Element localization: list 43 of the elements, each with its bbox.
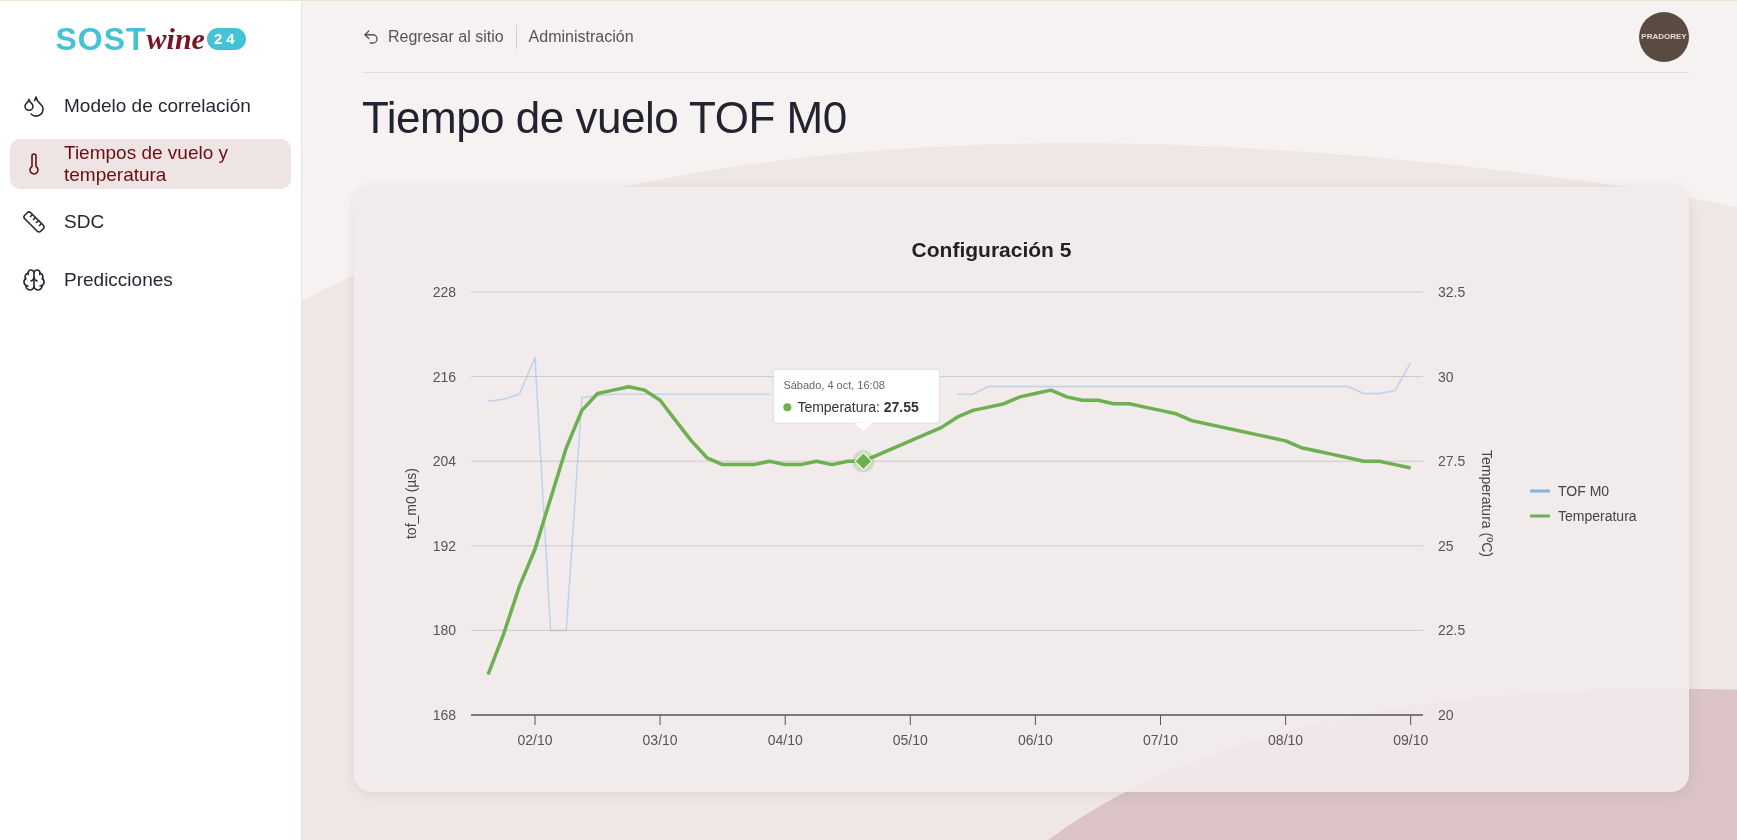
sidebar-item[interactable]: Modelo de correlación <box>10 81 291 131</box>
x-axis-tick-label: 07/10 <box>1143 732 1178 748</box>
brain-icon <box>22 268 46 292</box>
y-axis-tick-label: 216 <box>432 368 456 385</box>
sidebar-item[interactable]: Predicciones <box>10 255 291 305</box>
legend-item[interactable]: Temperatura <box>1530 508 1637 524</box>
y-axis-label: tof_m0 (µs) <box>403 467 419 540</box>
legend-label: TOF M0 <box>1558 483 1610 499</box>
sidebar-item[interactable]: SDC <box>10 197 291 247</box>
y-axis-tick-label: 228 <box>432 284 456 300</box>
x-axis-tick-label: 08/10 <box>1268 732 1304 748</box>
ruler-icon <box>22 210 46 234</box>
logo-text: wine <box>146 24 205 54</box>
x-axis-tick-label: 05/10 <box>892 732 928 748</box>
y-axis-tick-label: 25 <box>1438 537 1454 554</box>
y-axis-tick-label: 20 <box>1438 707 1454 723</box>
breadcrumb-link[interactable]: Administración <box>516 24 634 49</box>
chart-title: Configuración 5 <box>911 238 1072 261</box>
y-axis-tick-label: 27.5 <box>1438 453 1466 470</box>
x-axis-tick-label: 04/10 <box>767 732 803 748</box>
y-axis-tick-label: 204 <box>432 453 456 470</box>
logo-badge: 24 <box>206 28 246 50</box>
back-arrow-icon <box>362 27 380 46</box>
chart-tooltip: Sábado, 4 oct, 16:08 Temperatura: 27.55 <box>772 368 940 432</box>
y-axis-tick-label: 32.5 <box>1438 284 1466 300</box>
y-axis-tick-label: 22.5 <box>1438 622 1466 639</box>
page-title: Tiempo de vuelo TOF M0 <box>362 92 848 144</box>
x-axis-tick-label: 02/10 <box>517 732 553 748</box>
x-axis-tick-label: 09/10 <box>1393 732 1429 748</box>
legend-item[interactable]: TOF M0 <box>1530 483 1610 499</box>
y-axis-tick-label: 192 <box>432 537 456 554</box>
x-axis-tick-label: 03/10 <box>642 732 678 748</box>
y-axis-tick-label: 180 <box>432 622 456 639</box>
y-axis-tick-label: 168 <box>432 707 456 723</box>
logo-text: SOST <box>55 23 147 55</box>
x-axis-tick-label: 06/10 <box>1017 732 1053 748</box>
sidebar-item[interactable]: Tiempos de vuelo y temperatura <box>10 139 291 189</box>
y-axis-label: Temperatura (ºC) <box>1479 450 1495 557</box>
drops-icon <box>22 94 46 118</box>
y-axis-tick-label: 30 <box>1438 368 1454 385</box>
legend-label: Temperatura <box>1558 508 1637 524</box>
back-link[interactable]: Regresar al sitio <box>362 24 517 49</box>
user-avatar[interactable]: PRADOREY <box>1639 11 1689 62</box>
